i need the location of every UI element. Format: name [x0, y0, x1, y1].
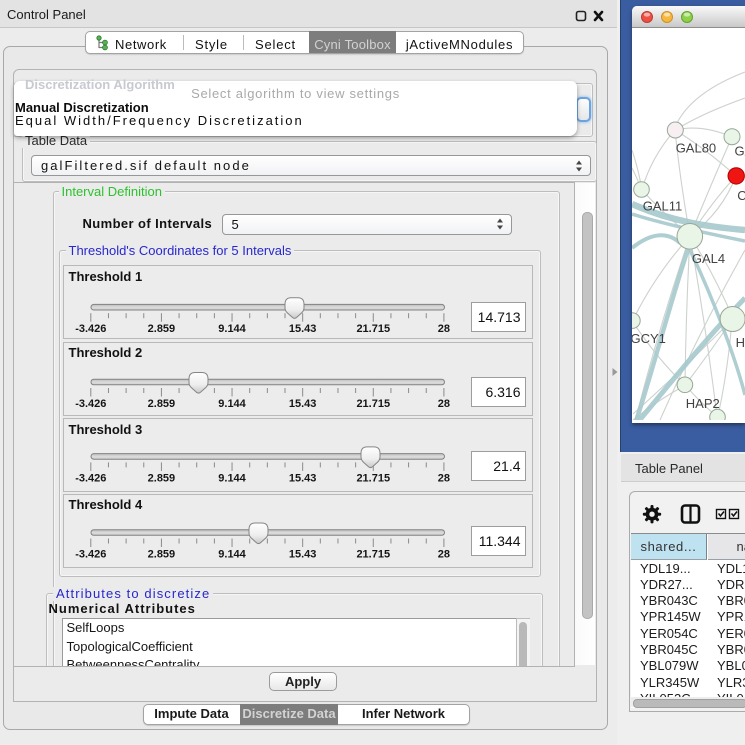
svg-text:21.715: 21.715 — [356, 548, 390, 560]
svg-text:21.715: 21.715 — [356, 472, 390, 484]
svg-text:GAL11: GAL11 — [643, 199, 683, 214]
svg-text:GA: GA — [735, 144, 745, 159]
svg-text:2.859: 2.859 — [147, 548, 175, 560]
svg-text:15.43: 15.43 — [288, 398, 316, 410]
svg-text:GAL80: GAL80 — [676, 141, 716, 156]
svg-text:2.859: 2.859 — [147, 323, 175, 335]
svg-text:28: 28 — [437, 548, 449, 560]
svg-text:28: 28 — [437, 472, 449, 484]
svg-text:2.859: 2.859 — [147, 472, 175, 484]
svg-text:28: 28 — [437, 398, 449, 410]
svg-text:-3.426: -3.426 — [75, 548, 106, 560]
svg-text:15.43: 15.43 — [288, 548, 316, 560]
svg-text:9.144: 9.144 — [218, 398, 246, 410]
svg-text:15.43: 15.43 — [288, 472, 316, 484]
svg-text:9.144: 9.144 — [218, 472, 246, 484]
svg-text:9.144: 9.144 — [218, 323, 246, 335]
svg-text:GCY1: GCY1 — [632, 331, 666, 346]
svg-text:H: H — [736, 335, 745, 350]
svg-text:15.43: 15.43 — [288, 323, 316, 335]
svg-text:CY: CY — [737, 188, 745, 203]
svg-text:GAL4: GAL4 — [692, 251, 725, 266]
svg-text:2.859: 2.859 — [147, 398, 175, 410]
svg-text:28: 28 — [437, 323, 449, 335]
svg-text:-3.426: -3.426 — [75, 398, 106, 410]
svg-text:HAP2: HAP2 — [686, 396, 720, 411]
svg-text:21.715: 21.715 — [356, 323, 390, 335]
svg-text:-3.426: -3.426 — [75, 323, 106, 335]
svg-text:9.144: 9.144 — [218, 548, 246, 560]
svg-text:-3.426: -3.426 — [75, 472, 106, 484]
svg-text:21.715: 21.715 — [356, 398, 390, 410]
